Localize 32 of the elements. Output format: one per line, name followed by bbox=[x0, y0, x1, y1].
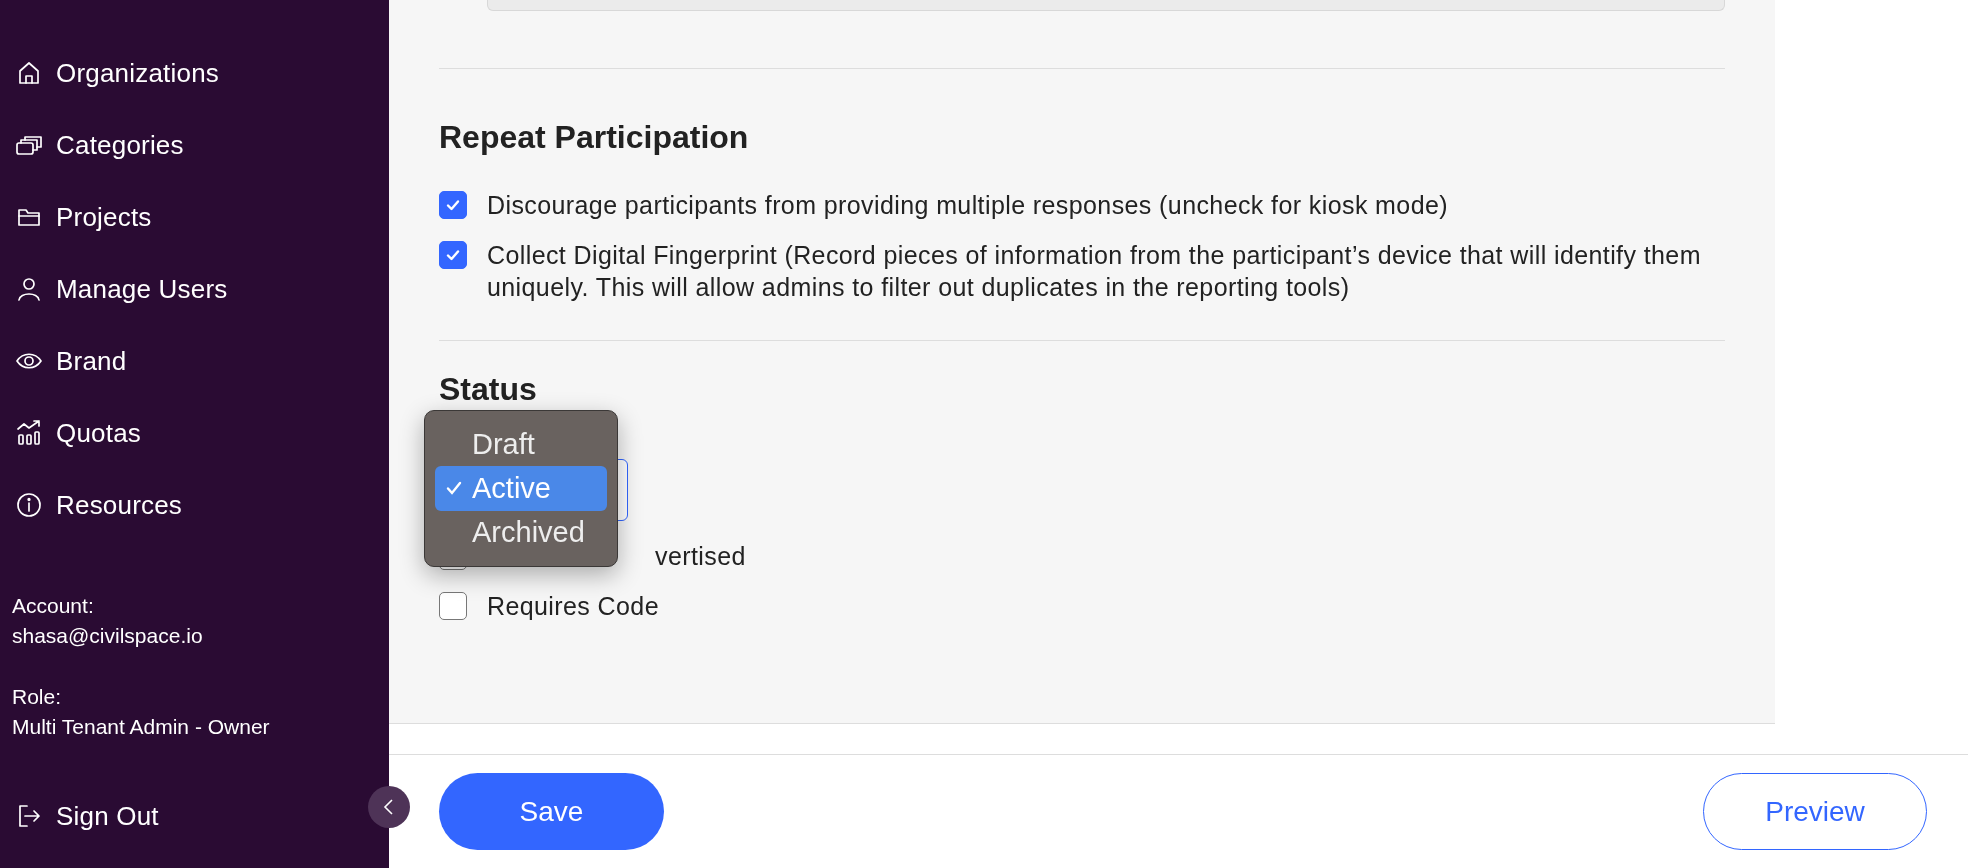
sign-out-link[interactable]: Sign Out bbox=[0, 780, 167, 852]
account-label: Account: bbox=[11, 593, 95, 619]
sidebar-item[interactable]: Manage Users bbox=[0, 253, 236, 325]
check-icon bbox=[445, 247, 461, 263]
check-icon bbox=[445, 480, 462, 497]
info-icon bbox=[15, 491, 43, 519]
sidebar-item[interactable]: Categories bbox=[0, 109, 192, 181]
preview-button[interactable]: Preview bbox=[1703, 773, 1927, 850]
checkbox-label: vertised bbox=[654, 541, 746, 572]
sidebar-item[interactable]: Organizations bbox=[0, 37, 228, 109]
dropdown-option[interactable]: Archived bbox=[435, 510, 607, 555]
sidebar-item[interactable]: Brand bbox=[0, 325, 135, 397]
dropdown-option[interactable]: Active bbox=[435, 466, 607, 511]
checkbox-label: Requires Code bbox=[487, 591, 659, 622]
checkbox[interactable] bbox=[439, 592, 467, 620]
save-button[interactable]: Save bbox=[439, 773, 664, 850]
checkbox[interactable] bbox=[439, 241, 467, 269]
dropdown-option[interactable]: Draft bbox=[435, 422, 607, 467]
checkbox-label: Discourage participants from providing multiple responses (uncheck for kiosk mode) bbox=[487, 190, 1448, 221]
user-icon bbox=[15, 275, 43, 303]
sidebar-item[interactable]: Resources bbox=[0, 469, 191, 541]
check-icon bbox=[445, 197, 461, 213]
sidebar-item[interactable]: Projects bbox=[0, 181, 160, 253]
role-label: Role: bbox=[11, 684, 63, 710]
section-heading: Status bbox=[439, 370, 538, 409]
checkbox[interactable] bbox=[439, 191, 467, 219]
sidebar-item[interactable]: Quotas bbox=[0, 397, 150, 469]
checkbox-label: Collect Digital Fingerprint (Record pieces of information from the participant’s device that will identify them uniquely. This will allow admins to filter out duplicates in the reporting tools) bbox=[487, 240, 1702, 303]
section-heading: Repeat Participation bbox=[439, 118, 750, 157]
bar-chart-icon bbox=[15, 419, 43, 447]
account-email: shasa@civilspace.io bbox=[11, 623, 204, 649]
role-value: Multi Tenant Admin - Owner bbox=[11, 714, 271, 740]
